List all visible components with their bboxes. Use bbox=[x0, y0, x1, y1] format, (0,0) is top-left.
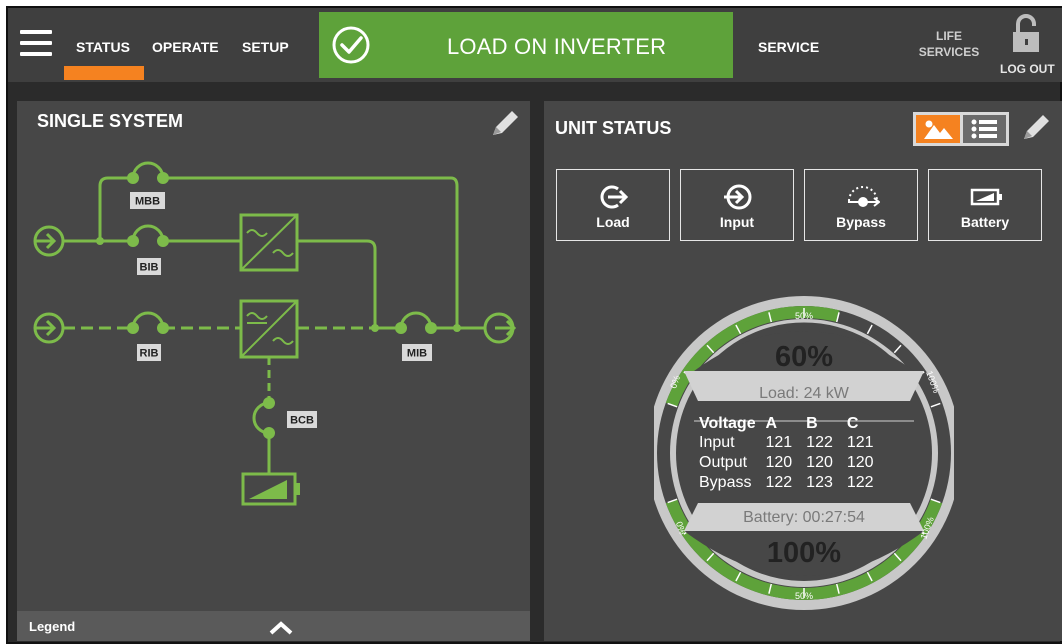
banner-text: LOAD ON INVERTER bbox=[447, 34, 667, 59]
single-system-panel: SINGLE SYSTEM MBB BIB RIB MIB BCB Legend bbox=[17, 101, 530, 641]
chevron-up-icon[interactable] bbox=[267, 620, 295, 636]
row-label: Input bbox=[699, 434, 735, 451]
battery-percent: 100% bbox=[766, 537, 842, 569]
phase-b-header: B bbox=[806, 415, 818, 432]
cell-b: 120 bbox=[806, 454, 833, 471]
cell-b: 122 bbox=[806, 434, 833, 451]
phase-c-header: C bbox=[846, 415, 859, 432]
cell-a: 122 bbox=[765, 474, 793, 491]
table-row: Bypass 122 123 122 bbox=[699, 473, 888, 493]
nav-status[interactable]: STATUS bbox=[76, 39, 130, 55]
cell-c: 121 bbox=[846, 434, 874, 451]
logout-button[interactable]: LOG OUT bbox=[1000, 62, 1055, 76]
gauge-tick-bottom-mid: 50% bbox=[795, 591, 813, 601]
nav-setup[interactable]: SETUP bbox=[242, 39, 289, 55]
label-rib: RIB bbox=[140, 348, 159, 360]
gauge-tick-top-mid: 50% bbox=[795, 311, 813, 321]
row-label: Output bbox=[699, 454, 748, 471]
cell-c: 122 bbox=[846, 474, 874, 491]
nav-life-services[interactable]: LIFE SERVICES bbox=[914, 28, 984, 60]
edit-pencil-icon[interactable] bbox=[1018, 109, 1054, 145]
legend-bar[interactable]: Legend bbox=[17, 611, 530, 641]
cell-c: 120 bbox=[846, 454, 874, 471]
life-services-line1: LIFE bbox=[936, 29, 962, 43]
nav-service[interactable]: SERVICE bbox=[758, 39, 819, 55]
tile-input[interactable]: Input bbox=[680, 169, 794, 241]
diagram-view-button[interactable] bbox=[916, 115, 960, 143]
tile-bypass-label: Bypass bbox=[836, 214, 886, 230]
unit-status-panel: UNIT STATUS Load Input Bypass Battery 50… bbox=[544, 101, 1062, 641]
tile-battery-label: Battery bbox=[960, 214, 1010, 230]
bypass-icon bbox=[848, 186, 880, 207]
panel-title-single-system: SINGLE SYSTEM bbox=[37, 111, 184, 131]
load-icon bbox=[600, 185, 629, 209]
menu-icon[interactable] bbox=[20, 30, 52, 56]
label-mbb: MBB bbox=[135, 196, 160, 208]
label-mib: MIB bbox=[407, 348, 427, 360]
legend-label: Legend bbox=[29, 619, 76, 634]
tile-battery[interactable]: Battery bbox=[928, 169, 1042, 241]
life-services-line2: SERVICES bbox=[918, 45, 980, 59]
battery-time: Battery: 00:27:54 bbox=[743, 509, 865, 526]
check-circle-icon bbox=[332, 26, 370, 64]
one-line-diagram: MBB BIB RIB MIB BCB bbox=[33, 161, 517, 506]
table-row: Input 121 122 121 bbox=[699, 433, 888, 453]
list-icon bbox=[971, 119, 997, 139]
mountain-view-icon bbox=[924, 120, 953, 139]
tile-input-label: Input bbox=[719, 214, 755, 230]
cell-a: 120 bbox=[765, 454, 793, 471]
input-icon bbox=[724, 184, 752, 210]
view-toggle bbox=[913, 112, 1009, 146]
label-bib: BIB bbox=[140, 262, 159, 274]
panel-title-unit-status: UNIT STATUS bbox=[555, 118, 672, 138]
tile-bypass[interactable]: Bypass bbox=[804, 169, 918, 241]
battery-icon bbox=[970, 188, 1002, 206]
top-bar: STATUS OPERATE SETUP LOAD ON INVERTER SE… bbox=[8, 8, 1062, 82]
phase-a-header: A bbox=[765, 415, 778, 432]
app-window: STATUS OPERATE SETUP LOAD ON INVERTER SE… bbox=[6, 6, 1062, 644]
cell-a: 121 bbox=[765, 434, 793, 451]
edit-pencil-icon[interactable] bbox=[487, 105, 523, 141]
active-tab-indicator bbox=[64, 66, 144, 80]
row-label: Bypass bbox=[699, 474, 752, 491]
label-bcb: BCB bbox=[290, 415, 314, 427]
voltage-header: Voltage bbox=[699, 415, 756, 432]
unlock-icon[interactable] bbox=[1010, 14, 1046, 54]
tile-load[interactable]: Load bbox=[556, 169, 670, 241]
voltage-table: Voltage A B C Input 121 122 121 Output 120 12… bbox=[699, 415, 888, 493]
list-view-button[interactable] bbox=[963, 115, 1006, 143]
load-kw: Load: 24 kW bbox=[759, 385, 849, 402]
nav-operate[interactable]: OPERATE bbox=[152, 39, 219, 55]
table-row: Output 120 120 120 bbox=[699, 453, 888, 473]
status-banner: LOAD ON INVERTER bbox=[319, 12, 733, 78]
load-percent: 60% bbox=[774, 341, 834, 373]
cell-b: 123 bbox=[806, 474, 833, 491]
tile-load-label: Load bbox=[596, 214, 630, 230]
